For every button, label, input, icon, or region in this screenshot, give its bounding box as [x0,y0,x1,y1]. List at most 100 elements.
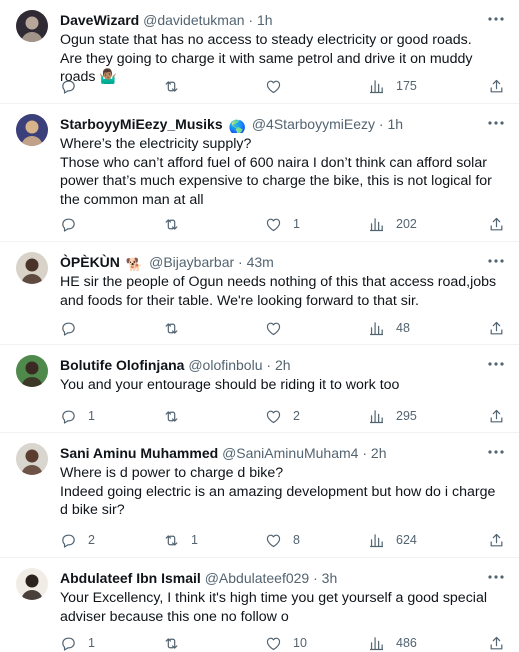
share-icon [488,408,505,425]
timestamp[interactable]: 2h [275,357,291,373]
replies-count: 1 [88,636,95,650]
reply-button[interactable] [60,318,88,338]
separator-dot: · [262,357,275,373]
more-icon[interactable] [487,116,505,130]
avatar[interactable] [16,114,48,146]
share-button[interactable] [488,214,505,234]
like-button[interactable]: 1 [265,214,300,234]
separator-dot: · [309,570,322,586]
reply-icon [60,532,77,549]
views-button[interactable]: 48 [368,318,410,338]
author-name[interactable]: DaveWizard [60,12,139,28]
share-button[interactable] [488,76,505,96]
views-icon [368,78,385,95]
views-icon [368,532,385,549]
retweet-button[interactable] [163,76,191,96]
views-button[interactable]: 624 [368,530,417,550]
author-handle[interactable]: @Abdulateef029 [205,570,310,586]
timestamp[interactable]: 1h [257,12,273,28]
author-handle[interactable]: @4StarboyymiEezy [252,116,375,132]
share-icon [488,532,505,549]
like-icon [265,532,282,549]
like-button[interactable] [265,318,293,338]
views-button[interactable]: 486 [368,633,417,652]
more-icon[interactable] [487,12,505,26]
tweet[interactable]: StarboyyMiEezy_Musiks 🌎 @4StarboyymiEezy… [0,104,519,242]
like-button[interactable]: 2 [265,406,300,426]
avatar[interactable] [16,10,48,42]
reply-button[interactable] [60,76,88,96]
author-handle[interactable]: @davidetukman [143,12,244,28]
tweet-text: Your Excellency, I think it's high time … [60,590,487,625]
share-icon [488,320,505,337]
views-button[interactable]: 175 [368,76,417,96]
likes-count: 2 [293,409,300,423]
more-icon[interactable] [487,357,505,371]
author-name[interactable]: StarboyyMiEezy_Musiks [60,116,223,132]
author-handle[interactable]: @SaniAminuMuham4 [222,445,358,461]
tweet-header: Sani Aminu Muhammed @SaniAminuMuham4 · 2… [60,444,479,462]
reply-icon [60,78,77,95]
views-count: 624 [396,533,417,547]
tweet[interactable]: ÒPÈKÙN 🐕 @Bijaybarbar · 43m HE sir the pe… [0,242,519,345]
tweet-actions: 1 10 486 [60,633,507,652]
avatar[interactable] [16,568,48,600]
share-button[interactable] [488,318,505,338]
more-icon[interactable] [487,254,505,268]
more-icon[interactable] [487,445,505,459]
like-icon [265,408,282,425]
tweet[interactable]: DaveWizard @davidetukman · 1h Ogun state … [0,0,519,104]
replies-count: 1 [88,409,95,423]
tweet-text: Where’s the electricity supply? Those wh… [60,136,492,208]
more-icon[interactable] [487,570,505,584]
like-icon [265,320,282,337]
reply-button[interactable]: 1 [60,406,95,426]
retweets-count: 1 [191,533,198,547]
views-button[interactable]: 295 [368,406,417,426]
timestamp[interactable]: 43m [247,254,274,270]
reply-button[interactable] [60,214,88,234]
tweet[interactable]: Bolutife Olofinjana @olofinbolu · 2h You … [0,345,519,433]
retweet-button[interactable] [163,633,191,652]
author-handle[interactable]: @Bijaybarbar [149,254,234,270]
share-button[interactable] [488,530,505,550]
author-name[interactable]: Bolutife Olofinjana [60,357,184,373]
like-icon [265,78,282,95]
separator-dot: · [375,116,388,132]
likes-count: 8 [293,533,300,547]
retweet-button[interactable] [163,214,191,234]
like-button[interactable] [265,76,293,96]
tweet-actions: 48 [60,318,507,338]
views-count: 295 [396,409,417,423]
reply-icon [60,408,77,425]
retweet-button[interactable] [163,318,191,338]
reply-button[interactable]: 1 [60,633,95,652]
retweet-button[interactable]: 1 [163,530,198,550]
timestamp[interactable]: 2h [371,445,387,461]
retweet-icon [163,320,180,337]
author-handle[interactable]: @olofinbolu [188,357,262,373]
avatar[interactable] [16,355,48,387]
timestamp[interactable]: 1h [387,116,403,132]
author-name[interactable]: ÒPÈKÙN [60,254,120,270]
avatar[interactable] [16,252,48,284]
reply-icon [60,635,77,652]
share-icon [488,635,505,652]
reply-button[interactable]: 2 [60,530,95,550]
tweet-text: Where is d power to charge d bike? Indee… [60,465,496,518]
tweet-actions: 2 1 8 624 [60,530,507,550]
tweet[interactable]: Sani Aminu Muhammed @SaniAminuMuham4 · 2… [0,433,519,558]
tweet[interactable]: Abdulateef Ibn Ismail @Abdulateef029 · 3… [0,558,519,652]
like-button[interactable]: 10 [265,633,307,652]
avatar[interactable] [16,443,48,475]
timestamp[interactable]: 3h [322,570,338,586]
like-icon [265,635,282,652]
share-button[interactable] [488,633,505,652]
share-button[interactable] [488,406,505,426]
retweet-button[interactable] [163,406,191,426]
views-button[interactable]: 202 [368,214,417,234]
author-name[interactable]: Abdulateef Ibn Ismail [60,570,201,586]
views-count: 486 [396,636,417,650]
like-button[interactable]: 8 [265,530,300,550]
author-name[interactable]: Sani Aminu Muhammed [60,445,218,461]
